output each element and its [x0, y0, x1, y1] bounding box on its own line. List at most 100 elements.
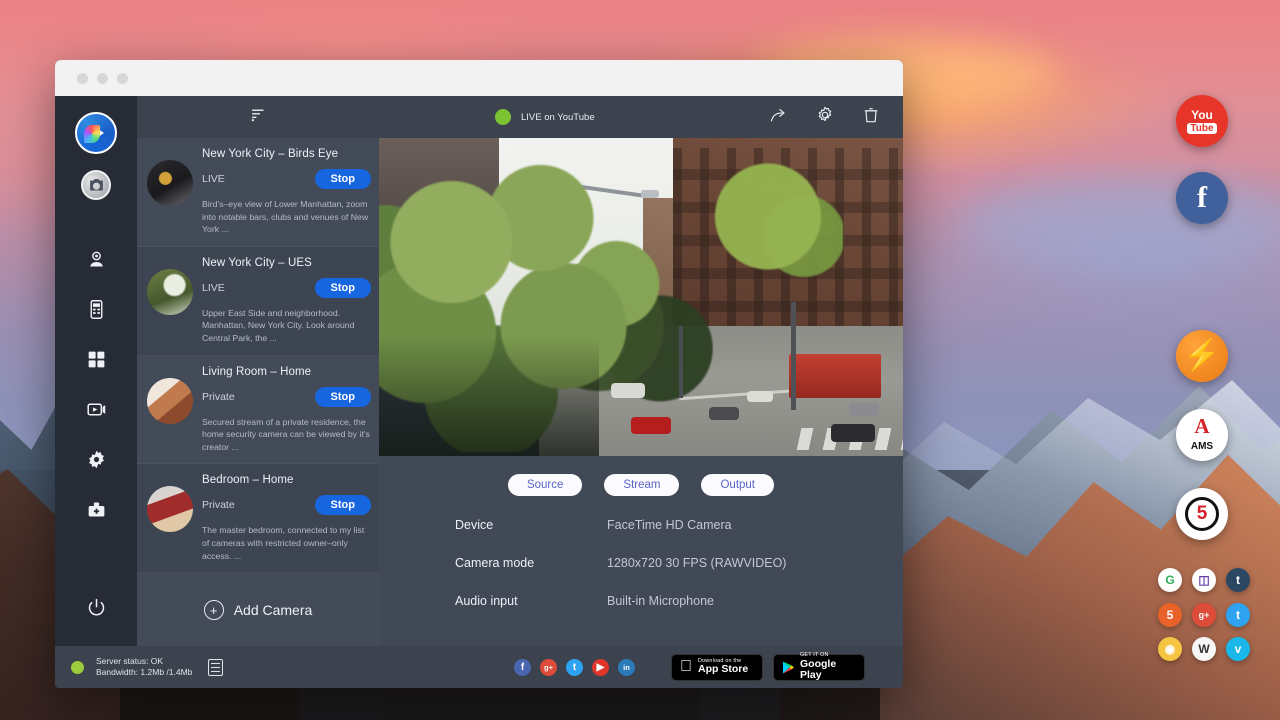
- sidebar-item-toolkit[interactable]: [71, 484, 121, 534]
- camera-list-item[interactable]: Living Room – HomePrivateStopSecured str…: [137, 356, 379, 465]
- main-panel: LIVE on YouTube: [379, 96, 903, 646]
- add-camera-label: Add Camera: [234, 602, 313, 618]
- wirecast-desktop-icon[interactable]: ⚡: [1176, 330, 1228, 382]
- twitter-mini-icon[interactable]: t: [1226, 603, 1250, 627]
- twitch-mini-icon[interactable]: ◫: [1192, 568, 1216, 592]
- linkedin-icon[interactable]: in: [618, 659, 635, 676]
- camera-list-toolbar: [137, 96, 379, 138]
- server-status-dot: [71, 661, 84, 674]
- google-play-icon: [782, 660, 794, 675]
- video-car: [849, 403, 879, 416]
- vimeo-mini-icon[interactable]: v: [1226, 637, 1250, 661]
- app-window: New York City – Birds EyeLIVEStopBird's–…: [55, 60, 903, 688]
- detail-value[interactable]: Built-in Microphone: [607, 594, 714, 608]
- camera-list-item[interactable]: New York City – UES LIVE Stop Upper East Si…: [137, 247, 379, 356]
- wordpress-mini-icon[interactable]: W: [1192, 637, 1216, 661]
- app-body: New York City – Birds EyeLIVEStopBird's–…: [55, 96, 903, 646]
- camera-description: Upper East Side and neighborhood. Manhat…: [202, 307, 371, 345]
- detail-row: Audio inputBuilt-in Microphone: [455, 594, 903, 608]
- mode-tabs[interactable]: Source Stream Output: [379, 456, 903, 512]
- youtube-icon[interactable]: ▶: [592, 659, 609, 676]
- camera-description: Secured stream of a private residence, t…: [202, 416, 371, 454]
- camera-list-item[interactable]: Bedroom – Home Private Stop The master bedr…: [137, 464, 379, 573]
- camera-title: Bedroom – Home: [202, 474, 371, 486]
- sidebar-item-devices[interactable]: [71, 284, 121, 334]
- camera-list-item[interactable]: New York City – Birds EyeLIVEStopBird's–…: [137, 138, 379, 247]
- video-foreground-shadow: [379, 336, 599, 456]
- gear-icon[interactable]: [807, 105, 843, 130]
- camera-state: LIVE: [202, 282, 225, 294]
- sort-icon[interactable]: [250, 106, 267, 128]
- detail-key: Audio input: [455, 594, 607, 608]
- camera-title: New York City – Birds Eye: [202, 148, 371, 160]
- minimize-button[interactable]: [97, 73, 108, 84]
- camera-title: New York City – UES: [202, 257, 371, 269]
- flickr-mini-icon[interactable]: ◉: [1158, 637, 1182, 661]
- app-store-badge[interactable]: Download on theApp Store: [671, 654, 763, 681]
- plus-icon: +: [204, 600, 224, 620]
- source-details: DeviceFaceTime HD Camera Camera mode1280x…: [379, 512, 903, 632]
- bandwidth-line: Bandwidth: 1.2Mb /1.4Mb: [96, 667, 192, 678]
- detail-key: Device: [455, 518, 607, 532]
- camera-state: LIVE: [202, 173, 225, 185]
- camera-state: Private: [202, 499, 235, 511]
- share-icon[interactable]: [761, 105, 797, 130]
- live-status-label: LIVE on YouTube: [521, 112, 595, 123]
- googleplus-mini-icon[interactable]: g+: [1192, 603, 1216, 627]
- video-preview[interactable]: [379, 138, 903, 456]
- detail-key: Camera mode: [455, 556, 607, 570]
- video-tree-far: [693, 158, 843, 288]
- social-links[interactable]: f g+ t ▶ in: [514, 659, 635, 676]
- status-bar: Server status: OK Bandwidth: 1.2Mb /1.4M…: [55, 646, 903, 688]
- sidebar-rail: [55, 96, 137, 646]
- video-car: [709, 407, 739, 420]
- youtube-desktop-icon[interactable]: YouTube: [1176, 95, 1228, 147]
- tumblr-mini-icon[interactable]: t: [1226, 568, 1250, 592]
- sidebar-item-cameras[interactable]: [71, 234, 121, 284]
- camera-toggle-button[interactable]: Stop: [315, 169, 371, 189]
- cloud-shape: [960, 180, 1280, 270]
- sidebar-item-broadcast[interactable]: [71, 384, 121, 434]
- camera-thumbnail: [147, 160, 193, 206]
- detail-value[interactable]: 1280x720 30 FPS (RAWVIDEO): [607, 556, 786, 570]
- camera-toggle-button[interactable]: Stop: [315, 495, 371, 515]
- store-badges[interactable]: Download on theApp Store GET IT ONGoogle…: [671, 654, 865, 681]
- camera-description: The master bedroom, connected to my list…: [202, 524, 371, 562]
- google-play-badge[interactable]: GET IT ONGoogle Play: [773, 654, 865, 681]
- tab-source[interactable]: Source: [508, 474, 582, 496]
- main-toolbar: LIVE on YouTube: [379, 96, 903, 138]
- close-button[interactable]: [77, 73, 88, 84]
- adobe-ams-desktop-icon[interactable]: AAMS: [1176, 409, 1228, 461]
- live-status-dot: [495, 109, 511, 125]
- camera-toggle-button[interactable]: Stop: [315, 387, 371, 407]
- log-icon[interactable]: [208, 659, 223, 676]
- sidebar-item-power[interactable]: [71, 582, 121, 632]
- rss-mini-icon[interactable]: 5: [1158, 603, 1182, 627]
- add-camera-button[interactable]: + Add Camera: [137, 574, 379, 646]
- sidebar-item-dashboard[interactable]: [71, 334, 121, 384]
- tab-output[interactable]: Output: [701, 474, 774, 496]
- camera-thumbnail: [147, 486, 193, 532]
- twitter-icon[interactable]: t: [566, 659, 583, 676]
- gamefy-mini-icon[interactable]: G: [1158, 568, 1182, 592]
- five-target-desktop-icon[interactable]: 5: [1176, 488, 1228, 540]
- facebook-icon[interactable]: f: [514, 659, 531, 676]
- server-status-line: Server status: OK: [96, 656, 192, 667]
- camera-list[interactable]: New York City – Birds EyeLIVEStopBird's–…: [137, 138, 379, 574]
- window-titlebar: [55, 60, 903, 96]
- store-badge-title: App Store: [698, 664, 748, 675]
- tab-stream[interactable]: Stream: [604, 474, 679, 496]
- maximize-button[interactable]: [117, 73, 128, 84]
- apple-icon: : [680, 659, 692, 675]
- camera-toggle-button[interactable]: Stop: [315, 278, 371, 298]
- trash-icon[interactable]: [853, 105, 889, 130]
- googleplus-icon[interactable]: g+: [540, 659, 557, 676]
- user-avatar[interactable]: [81, 170, 111, 200]
- detail-value[interactable]: FaceTime HD Camera: [607, 518, 732, 532]
- server-status-text: Server status: OK Bandwidth: 1.2Mb /1.4M…: [96, 656, 192, 679]
- app-logo[interactable]: [75, 112, 117, 154]
- camera-thumbnail: [147, 269, 193, 315]
- store-badge-title: Google Play: [800, 659, 856, 681]
- sidebar-item-settings[interactable]: [71, 434, 121, 484]
- facebook-desktop-icon[interactable]: f: [1176, 172, 1228, 224]
